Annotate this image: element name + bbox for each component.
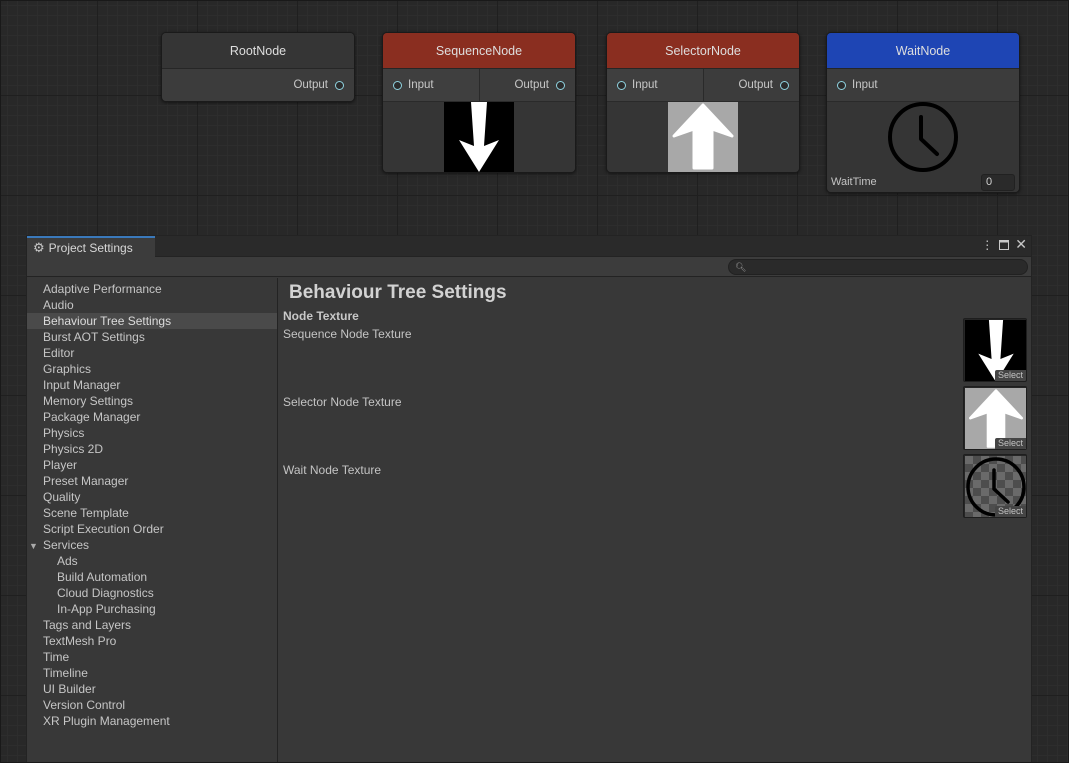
field-label: Wait Node Texture xyxy=(283,463,382,477)
sidebar-item-package-manager[interactable]: Package Manager xyxy=(27,409,277,425)
port-label: Input xyxy=(632,79,658,91)
node-ports: Output xyxy=(162,69,354,101)
select-button[interactable]: Select xyxy=(994,438,1026,449)
project-settings-window: ⚙ Project Settings ⋮ ✕ 🔍︎ Adaptive Perfo… xyxy=(26,235,1032,763)
node-title: SelectorNode xyxy=(607,33,799,69)
sidebar-item-cloud-diagnostics[interactable]: Cloud Diagnostics xyxy=(27,585,277,601)
settings-content: Behaviour Tree Settings Node Texture Seq… xyxy=(279,278,1031,762)
port-connector-icon[interactable] xyxy=(617,80,626,90)
wait-time-input[interactable]: 0 xyxy=(981,173,1015,191)
page-title: Behaviour Tree Settings xyxy=(289,282,507,303)
sidebar-item-label: Services xyxy=(43,538,90,552)
fold-open-icon[interactable]: ▼ xyxy=(29,538,43,554)
node-title: RootNode xyxy=(162,33,354,69)
node-body: WaitTime 0 xyxy=(827,102,1019,192)
sequence-node[interactable]: SequenceNode Input Output xyxy=(382,32,576,173)
port-connector-icon[interactable] xyxy=(393,80,402,90)
sidebar-item-ads[interactable]: Ads xyxy=(27,553,277,569)
sidebar-item-services[interactable]: ▼ Services xyxy=(27,537,277,553)
sidebar-item-quality[interactable]: Quality xyxy=(27,489,277,505)
node-body xyxy=(383,102,575,172)
more-icon[interactable]: ⋮ xyxy=(981,238,993,253)
sidebar-item-audio[interactable]: Audio xyxy=(27,297,277,313)
sidebar-item-preset-manager[interactable]: Preset Manager xyxy=(27,473,277,489)
wait-texture-row: Wait Node Texture Select xyxy=(283,454,1027,528)
tab-label: Project Settings xyxy=(48,240,133,255)
window-controls: ⋮ ✕ xyxy=(981,237,1027,253)
port-label: Output xyxy=(514,79,549,91)
field-label: Selector Node Texture xyxy=(283,395,402,409)
select-button[interactable]: Select xyxy=(994,370,1026,381)
sidebar-item-textmesh-pro[interactable]: TextMesh Pro xyxy=(27,633,277,649)
sidebar-item-graphics[interactable]: Graphics xyxy=(27,361,277,377)
output-port[interactable]: Output xyxy=(162,69,354,101)
settings-toolbar: 🔍︎ xyxy=(27,257,1031,277)
node-title: SequenceNode xyxy=(383,33,575,69)
node-ports: Input xyxy=(827,69,1019,102)
node-body xyxy=(607,102,799,172)
selector-texture-row: Selector Node Texture Select xyxy=(283,386,1027,460)
sidebar-item-ui-builder[interactable]: UI Builder xyxy=(27,681,277,697)
sidebar-item-time[interactable]: Time xyxy=(27,649,277,665)
sidebar-item-physics[interactable]: Physics xyxy=(27,425,277,441)
wait-time-field: WaitTime 0 xyxy=(827,172,1019,192)
port-label: Input xyxy=(408,79,434,91)
output-port[interactable]: Output xyxy=(480,69,576,101)
wait-time-label: WaitTime xyxy=(831,176,877,188)
node-ports: Input Output xyxy=(383,69,575,102)
search-input[interactable]: 🔍︎ xyxy=(728,259,1028,275)
node-ports: Input Output xyxy=(607,69,799,102)
close-icon[interactable]: ✕ xyxy=(1015,237,1027,253)
node-title: WaitNode xyxy=(827,33,1019,69)
gear-icon: ⚙ xyxy=(33,239,45,255)
sidebar-item-xr-plugin-management[interactable]: XR Plugin Management xyxy=(27,713,277,729)
sidebar-item-build-automation[interactable]: Build Automation xyxy=(27,569,277,585)
wait-texture-slot[interactable]: Select xyxy=(963,454,1027,518)
port-connector-icon[interactable] xyxy=(780,80,789,90)
sidebar-item-adaptive-performance[interactable]: Adaptive Performance xyxy=(27,281,277,297)
sidebar-item-input-manager[interactable]: Input Manager xyxy=(27,377,277,393)
sidebar-item-tags-and-layers[interactable]: Tags and Layers xyxy=(27,617,277,633)
sidebar-item-in-app-purchasing[interactable]: In-App Purchasing xyxy=(27,601,277,617)
arrow-down-icon xyxy=(444,102,514,172)
field-label: Sequence Node Texture xyxy=(283,327,412,341)
section-heading: Node Texture xyxy=(283,309,359,323)
sequence-texture-row: Sequence Node Texture Select xyxy=(283,318,1027,392)
port-label: Output xyxy=(738,79,773,91)
input-port[interactable]: Input xyxy=(827,69,1019,101)
tab-project-settings[interactable]: ⚙ Project Settings xyxy=(27,236,155,257)
sidebar-item-behaviour-tree-settings[interactable]: Behaviour Tree Settings xyxy=(27,313,277,329)
sidebar-item-physics-2d[interactable]: Physics 2D xyxy=(27,441,277,457)
sidebar-item-timeline[interactable]: Timeline xyxy=(27,665,277,681)
port-label: Output xyxy=(293,79,328,91)
sidebar-item-editor[interactable]: Editor xyxy=(27,345,277,361)
window-tab-bar: ⚙ Project Settings ⋮ ✕ xyxy=(27,236,1031,257)
sidebar-item-memory-settings[interactable]: Memory Settings xyxy=(27,393,277,409)
output-port[interactable]: Output xyxy=(704,69,800,101)
port-label: Input xyxy=(852,79,878,91)
sidebar-item-version-control[interactable]: Version Control xyxy=(27,697,277,713)
port-connector-icon[interactable] xyxy=(837,80,846,90)
selector-texture-slot[interactable]: Select xyxy=(963,386,1027,450)
sidebar-item-burst-aot-settings[interactable]: Burst AOT Settings xyxy=(27,329,277,345)
port-connector-icon[interactable] xyxy=(556,80,565,90)
sequence-texture-slot[interactable]: Select xyxy=(963,318,1027,382)
input-port[interactable]: Input xyxy=(383,69,480,101)
wait-node[interactable]: WaitNode Input WaitTime 0 xyxy=(826,32,1020,193)
arrow-up-icon xyxy=(668,102,738,172)
input-port[interactable]: Input xyxy=(607,69,704,101)
sidebar-item-script-execution-order[interactable]: Script Execution Order xyxy=(27,521,277,537)
selector-node[interactable]: SelectorNode Input Output xyxy=(606,32,800,173)
search-icon: 🔍︎ xyxy=(735,262,747,272)
maximize-icon[interactable] xyxy=(999,238,1010,253)
port-connector-icon[interactable] xyxy=(335,80,344,90)
sidebar-item-scene-template[interactable]: Scene Template xyxy=(27,505,277,521)
select-button[interactable]: Select xyxy=(994,506,1026,517)
clock-icon xyxy=(888,102,958,172)
sidebar-item-player[interactable]: Player xyxy=(27,457,277,473)
settings-sidebar: Adaptive Performance Audio Behaviour Tre… xyxy=(27,278,278,762)
root-node[interactable]: RootNode Output xyxy=(161,32,355,102)
